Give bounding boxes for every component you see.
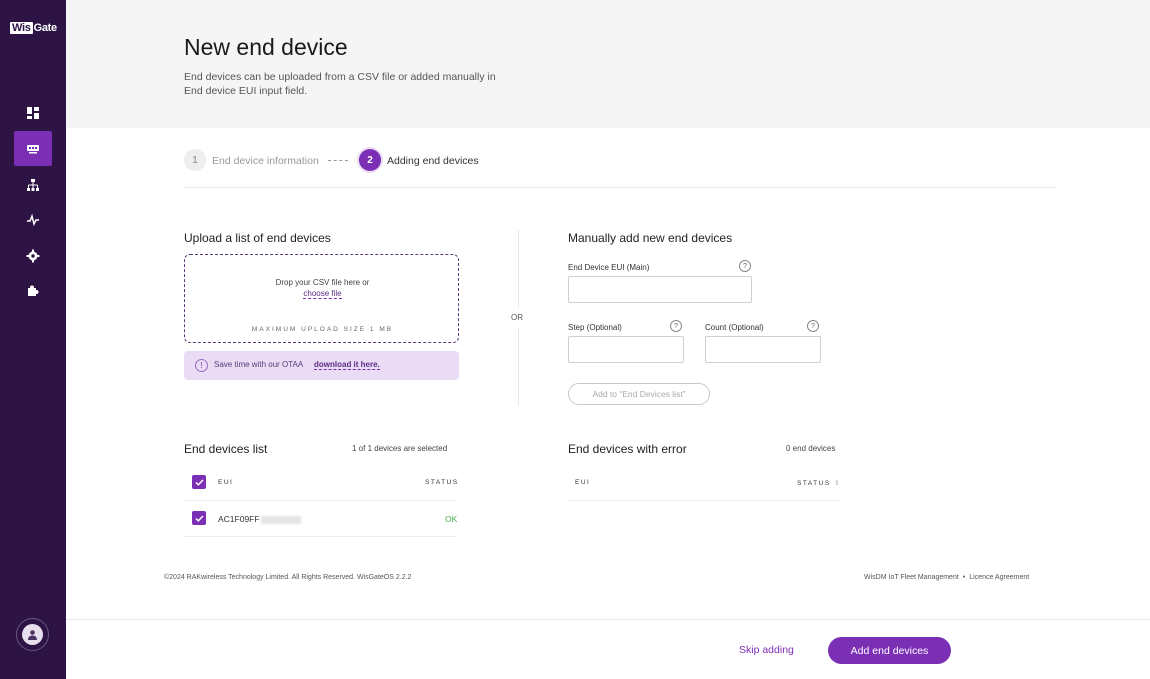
user-avatar[interactable] xyxy=(16,618,49,651)
otaa-text: Save time with our OTAA xyxy=(214,360,304,369)
logo[interactable]: Wis Gate xyxy=(10,22,57,34)
action-bar xyxy=(66,619,1150,679)
add-to-list-button[interactable]: Add to “End Devices list” xyxy=(568,383,710,405)
check-icon xyxy=(194,514,204,522)
error-list-title: End devices with error xyxy=(568,442,687,456)
table-row: AC1F09FF xyxy=(218,514,301,524)
gear-icon xyxy=(26,249,40,262)
device-status: OK xyxy=(445,514,458,524)
dropzone-text: Drop your CSV file here or xyxy=(275,278,370,287)
error-column-header-eui: EUI xyxy=(575,479,591,486)
count-input[interactable] xyxy=(705,336,821,363)
redacted-eui xyxy=(260,515,301,524)
sidebar-item-settings[interactable] xyxy=(14,238,52,273)
puzzle-icon xyxy=(28,285,39,296)
page-title: New end device xyxy=(184,34,348,60)
step-input[interactable] xyxy=(568,336,684,363)
add-end-devices-button[interactable]: Add end devices xyxy=(828,637,951,664)
info-icon: ! xyxy=(195,359,208,372)
divider xyxy=(184,187,1055,188)
column-header-eui: EUI xyxy=(218,479,234,486)
separator: • xyxy=(962,574,966,581)
user-icon xyxy=(28,630,37,640)
step-2-label: Adding end devices xyxy=(387,155,479,167)
sidebar-item-devices[interactable] xyxy=(14,131,52,166)
step-field-label: Step (Optional) xyxy=(568,323,622,332)
row-divider xyxy=(184,500,457,501)
csv-dropzone[interactable]: Drop your CSV file here or choose file M… xyxy=(184,254,459,343)
sidebar-item-activity[interactable] xyxy=(14,202,52,237)
or-divider-bottom xyxy=(518,328,519,406)
wisdm-link[interactable]: WisDM IoT Fleet Management xyxy=(864,574,959,581)
check-icon xyxy=(194,478,204,486)
eui-help-icon[interactable]: ? xyxy=(739,260,751,272)
devices-icon xyxy=(27,144,39,153)
copyright: ©2024 RAKwireless Technology Limited. Al… xyxy=(164,574,412,581)
otaa-info-banner: ! Save time with our OTAA download it he… xyxy=(184,351,459,380)
eui-label: End Device EUI (Main) xyxy=(568,263,650,272)
page-description: End devices can be uploaded from a CSV f… xyxy=(184,71,496,97)
column-header-status: STATUS xyxy=(425,479,459,486)
sidebar-item-extensions[interactable] xyxy=(14,273,52,308)
row-checkbox[interactable] xyxy=(192,511,206,525)
skip-adding-button[interactable]: Skip adding xyxy=(739,644,794,656)
eui-input[interactable] xyxy=(568,276,752,303)
count-field-label: Count (Optional) xyxy=(705,323,764,332)
sort-icon: ⇕ xyxy=(834,480,840,487)
otaa-download-link[interactable]: download it here. xyxy=(314,360,380,370)
step-connector xyxy=(328,160,348,161)
step-help-icon[interactable]: ? xyxy=(670,320,682,332)
or-label: OR xyxy=(511,313,523,322)
footer-links: WisDM IoT Fleet Management • Licence Agree… xyxy=(864,574,1029,581)
step-1-indicator: 1 xyxy=(184,149,206,171)
sidebar-item-network[interactable] xyxy=(14,167,52,202)
dashboard-icon xyxy=(27,106,39,119)
or-divider-top xyxy=(518,230,519,308)
selected-count: 1 of 1 devices are selected xyxy=(352,444,448,453)
max-upload-size: MAXIMUM UPLOAD SIZE 1 MB xyxy=(251,326,394,333)
network-icon xyxy=(27,178,39,191)
step-1-label: End device information xyxy=(212,155,319,167)
error-column-header-status[interactable]: STATUS ⇕ xyxy=(797,479,839,487)
step-2-indicator: 2 xyxy=(359,149,381,171)
sidebar: Wis Gate xyxy=(0,0,66,679)
row-divider xyxy=(184,536,457,537)
manual-section-title: Manually add new end devices xyxy=(568,231,733,245)
select-all-checkbox[interactable] xyxy=(192,475,206,489)
count-help-icon[interactable]: ? xyxy=(807,320,819,332)
sidebar-item-dashboard[interactable] xyxy=(14,95,52,130)
activity-icon xyxy=(27,213,39,226)
error-count: 0 end devices xyxy=(786,444,836,453)
upload-section-title: Upload a list of end devices xyxy=(184,231,331,245)
device-eui: AC1F09FF xyxy=(218,514,260,524)
page-header: New end device End devices can be upload… xyxy=(66,0,1150,128)
choose-file-link[interactable]: choose file xyxy=(303,289,342,299)
licence-link[interactable]: Licence Agreement xyxy=(969,574,1029,581)
row-divider xyxy=(568,500,840,501)
devices-list-title: End devices list xyxy=(184,442,268,456)
